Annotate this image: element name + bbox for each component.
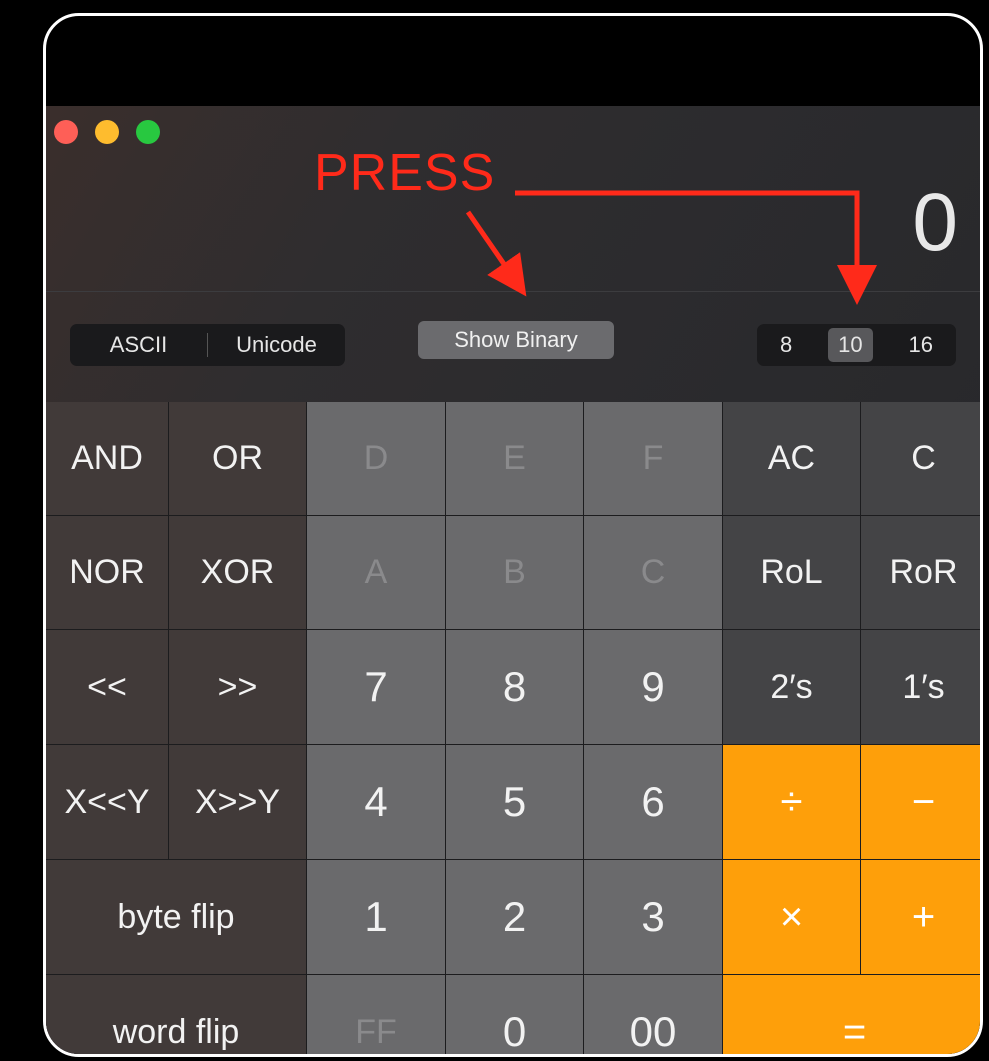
press-annotation-label: PRESS xyxy=(314,144,496,202)
hex-b-key[interactable]: B xyxy=(446,516,583,629)
and-key[interactable]: AND xyxy=(46,402,168,515)
calculator-window: 0 ASCII Unicode Show Binary 8 10 16 AND … xyxy=(46,106,980,1054)
close-window-button[interactable] xyxy=(54,120,78,144)
rotate-left-key[interactable]: RoL xyxy=(723,516,860,629)
x-shift-right-y-key[interactable]: X>>Y xyxy=(169,745,306,859)
base-8-option[interactable]: 8 xyxy=(770,328,802,362)
show-binary-button[interactable]: Show Binary xyxy=(418,321,614,359)
digit-8-key[interactable]: 8 xyxy=(446,630,583,744)
shift-left-key[interactable]: << xyxy=(46,630,168,744)
window-frame: 0 ASCII Unicode Show Binary 8 10 16 AND … xyxy=(43,13,983,1057)
shift-right-key[interactable]: >> xyxy=(169,630,306,744)
ff-key[interactable]: FF xyxy=(307,975,445,1054)
digit-6-key[interactable]: 6 xyxy=(584,745,722,859)
clear-key[interactable]: C xyxy=(861,402,980,515)
digit-5-key[interactable]: 5 xyxy=(446,745,583,859)
digit-9-key[interactable]: 9 xyxy=(584,630,722,744)
display-divider xyxy=(46,291,980,292)
divide-key[interactable]: ÷ xyxy=(723,745,860,859)
unicode-option[interactable]: Unicode xyxy=(208,332,345,358)
double-zero-key[interactable]: 00 xyxy=(584,975,722,1054)
add-key[interactable]: + xyxy=(861,860,980,974)
ascii-option[interactable]: ASCII xyxy=(70,332,207,358)
zoom-window-button[interactable] xyxy=(136,120,160,144)
digit-0-key[interactable]: 0 xyxy=(446,975,583,1054)
text-encoding-toggle: ASCII Unicode xyxy=(70,324,345,366)
hex-e-key[interactable]: E xyxy=(446,402,583,515)
word-flip-key[interactable]: word flip xyxy=(46,975,306,1054)
base-selector: 8 10 16 xyxy=(757,324,956,366)
keypad: AND OR D E F AC C NOR XOR A B C RoL RoR … xyxy=(46,402,980,1054)
digit-1-key[interactable]: 1 xyxy=(307,860,445,974)
digit-4-key[interactable]: 4 xyxy=(307,745,445,859)
twos-complement-key[interactable]: 2′s xyxy=(723,630,860,744)
subtract-key[interactable]: − xyxy=(861,745,980,859)
result-display: 0 xyxy=(912,177,958,268)
hex-a-key[interactable]: A xyxy=(307,516,445,629)
digit-2-key[interactable]: 2 xyxy=(446,860,583,974)
nor-key[interactable]: NOR xyxy=(46,516,168,629)
rotate-right-key[interactable]: RoR xyxy=(861,516,980,629)
traffic-lights xyxy=(54,120,160,144)
or-key[interactable]: OR xyxy=(169,402,306,515)
hex-c-key[interactable]: C xyxy=(584,516,722,629)
digit-3-key[interactable]: 3 xyxy=(584,860,722,974)
minimize-window-button[interactable] xyxy=(95,120,119,144)
hex-d-key[interactable]: D xyxy=(307,402,445,515)
hex-f-key[interactable]: F xyxy=(584,402,722,515)
equals-key[interactable]: = xyxy=(723,975,980,1054)
xor-key[interactable]: XOR xyxy=(169,516,306,629)
base-10-option[interactable]: 10 xyxy=(828,328,873,362)
multiply-key[interactable]: × xyxy=(723,860,860,974)
base-16-option[interactable]: 16 xyxy=(899,328,943,362)
ones-complement-key[interactable]: 1′s xyxy=(861,630,980,744)
byte-flip-key[interactable]: byte flip xyxy=(46,860,306,974)
digit-7-key[interactable]: 7 xyxy=(307,630,445,744)
x-shift-left-y-key[interactable]: X<<Y xyxy=(46,745,168,859)
all-clear-key[interactable]: AC xyxy=(723,402,860,515)
